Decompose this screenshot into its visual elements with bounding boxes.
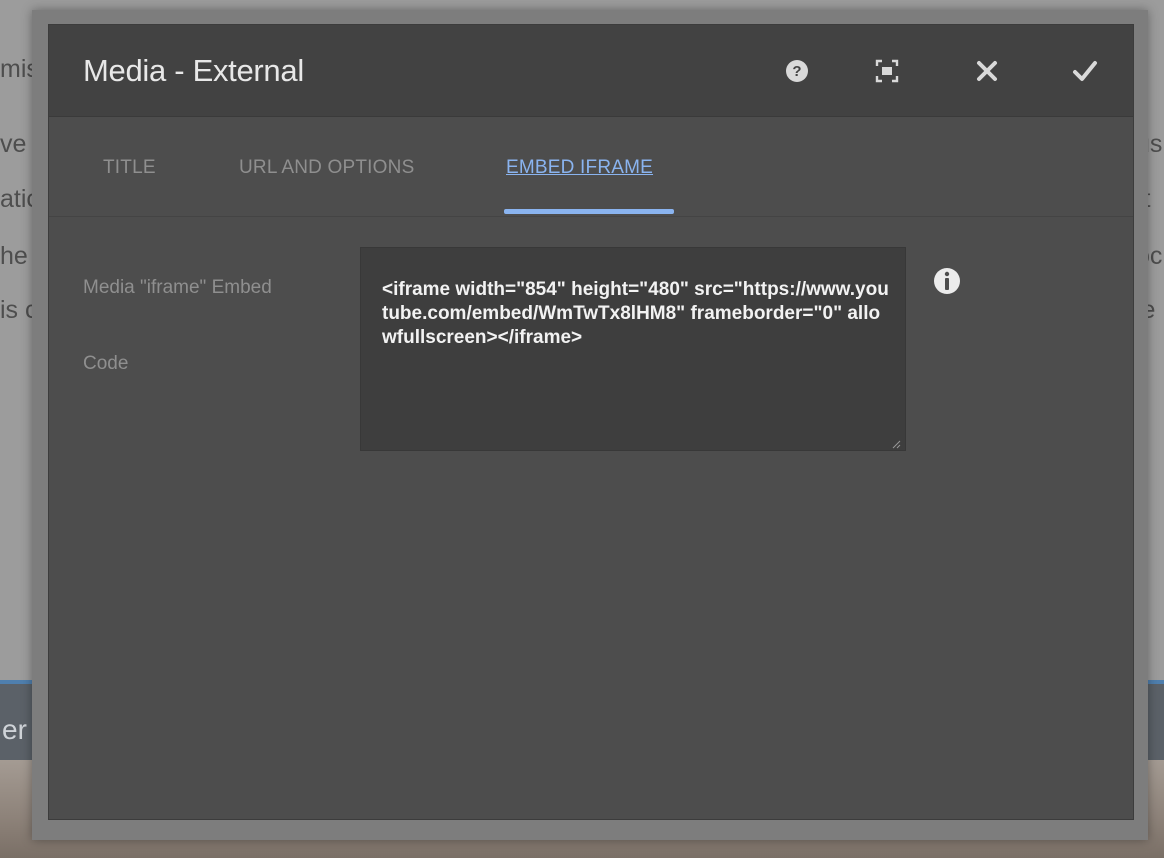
dialog-title: Media - External [83,53,304,88]
embed-code-value[interactable]: <iframe width="854" height="480" src="ht… [382,278,892,350]
resize-handle-icon[interactable] [891,436,901,449]
tab-url-and-options[interactable]: URL AND OPTIONS [239,157,414,179]
background-text-line: he [0,242,28,270]
dialog-header: Media - External ? [49,25,1133,117]
help-icon[interactable]: ? [779,53,815,89]
background-banner-text: er [2,714,27,745]
embed-code-label: Media "iframe" Embed [83,277,272,298]
tab-title[interactable]: TITLE [103,157,156,179]
embed-code-textarea[interactable]: <iframe width="854" height="480" src="ht… [360,247,906,451]
svg-text:?: ? [792,63,801,80]
close-icon[interactable] [969,53,1005,89]
info-icon[interactable] [929,263,965,299]
checkmark-icon[interactable] [1067,53,1103,89]
dialog-tabs: TITLE URL AND OPTIONS EMBED IFRAME [49,117,1133,217]
embed-code-label-continued: Code [83,353,129,374]
media-external-dialog: Media - External ? TITLE URL AND OPTIONS… [48,24,1134,820]
fullscreen-icon[interactable] [869,53,905,89]
background-text-line: ve [0,130,27,158]
tab-embed-iframe[interactable]: EMBED IFRAME [506,157,653,179]
active-tab-indicator [504,209,674,214]
